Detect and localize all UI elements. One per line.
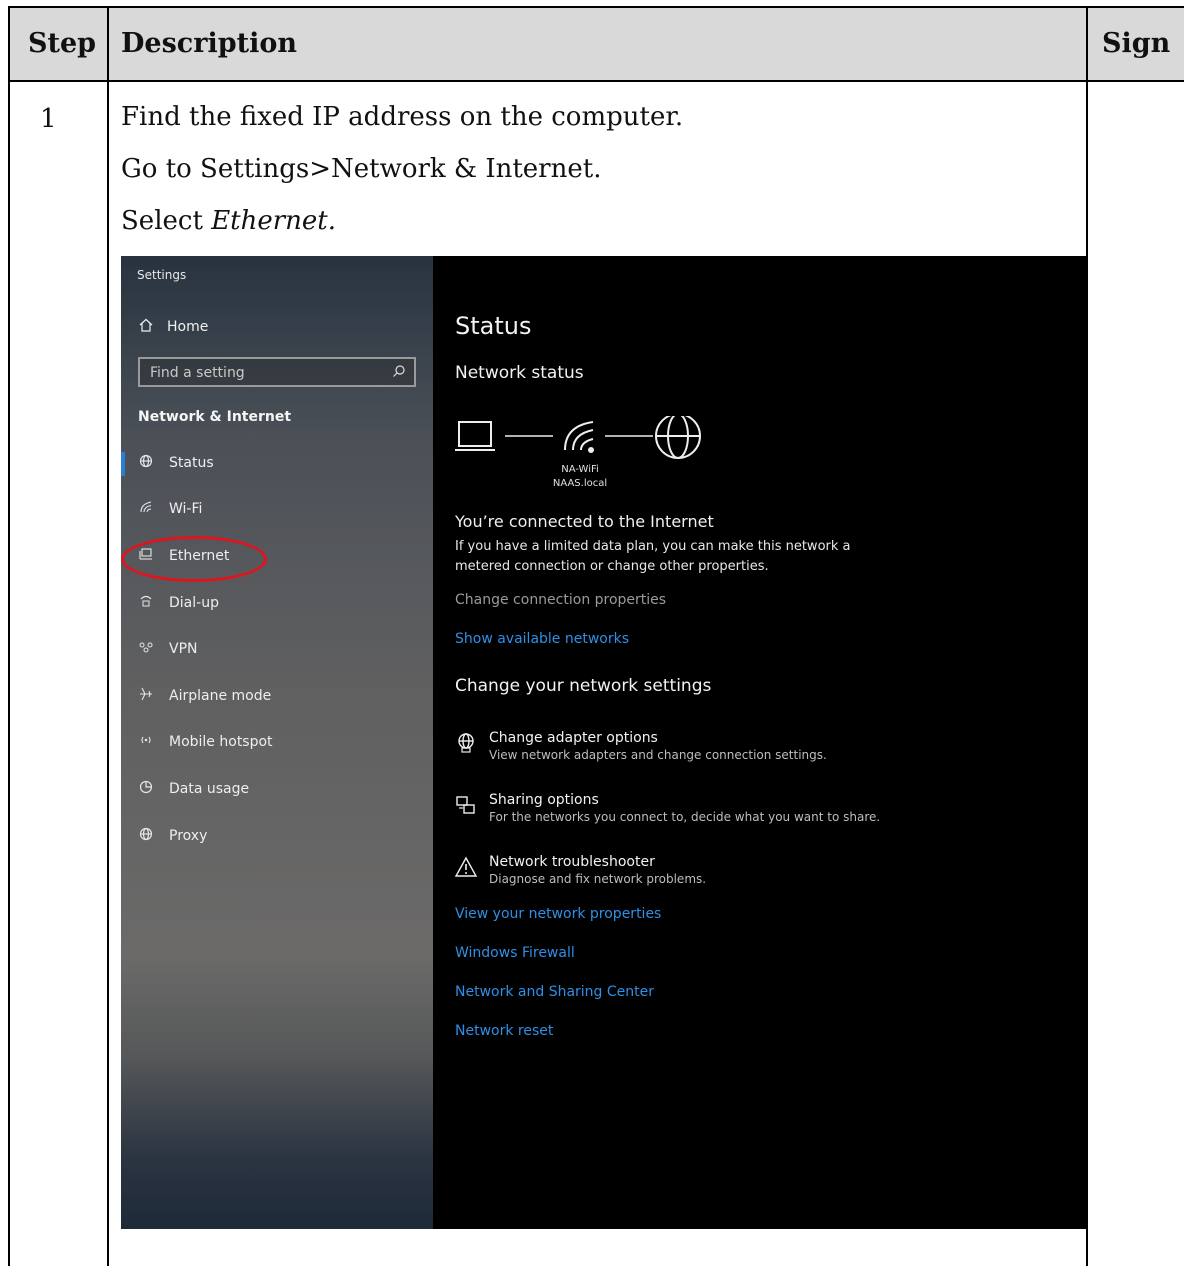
network-reset-link[interactable]: Network reset bbox=[455, 1023, 553, 1039]
option-description: View network adapters and change connect… bbox=[489, 748, 827, 762]
table-border-top bbox=[8, 6, 1184, 8]
network-troubleshooter-button[interactable]: Network troubleshooter Diagnose and fix … bbox=[454, 854, 707, 886]
connection-status-heading: You’re connected to the Internet bbox=[455, 512, 714, 531]
home-icon bbox=[139, 318, 153, 336]
connection-status-description: If you have a limited data plan, you can… bbox=[455, 539, 851, 574]
sidebar-item-label: Status bbox=[169, 455, 214, 471]
header-step: Step bbox=[28, 28, 97, 59]
vpn-icon bbox=[139, 640, 169, 658]
option-description: Diagnose and fix network problems. bbox=[489, 872, 707, 886]
settings-sidebar: Settings Home Find a setting Network & I… bbox=[121, 256, 433, 1229]
show-available-networks-link[interactable]: Show available networks bbox=[455, 631, 629, 647]
step-number: 1 bbox=[40, 104, 57, 134]
instruction-line: Find the fixed IP address on the compute… bbox=[121, 102, 684, 132]
network-domain: NAAS.local bbox=[552, 478, 608, 489]
sidebar-item-label: Proxy bbox=[169, 828, 208, 844]
network-name: NA-WiFi bbox=[561, 464, 599, 475]
sidebar-item-label: Dial-up bbox=[169, 595, 219, 611]
settings-main-panel: Status Network status NA-WiFi NAAS.local… bbox=[433, 256, 1087, 1229]
option-title: Sharing options bbox=[489, 792, 599, 808]
sidebar-item-label: Airplane mode bbox=[169, 688, 272, 704]
window-title: Settings bbox=[137, 268, 187, 282]
instruction-line: Go to Settings>Network & Internet. bbox=[121, 154, 602, 184]
hotspot-icon bbox=[139, 733, 169, 751]
table-column-divider-1 bbox=[107, 6, 109, 1266]
change-adapter-options-button[interactable]: Change adapter options View network adap… bbox=[455, 730, 827, 762]
search-placeholder: Find a setting bbox=[150, 365, 245, 381]
search-input[interactable]: Find a setting bbox=[138, 357, 416, 387]
sidebar-item-dialup[interactable]: Dial-up bbox=[139, 594, 219, 612]
view-network-properties-link[interactable]: View your network properties bbox=[455, 906, 661, 922]
warning-icon bbox=[454, 854, 489, 886]
sidebar-item-vpn[interactable]: VPN bbox=[139, 640, 198, 658]
instruction-select-line: Select Ethernet. bbox=[121, 206, 336, 236]
data-usage-icon bbox=[139, 780, 169, 798]
page-title: Status bbox=[455, 312, 532, 340]
sidebar-item-wifi[interactable]: Wi-Fi bbox=[139, 500, 202, 518]
header-description: Description bbox=[121, 28, 297, 59]
network-status-heading: Network status bbox=[455, 363, 584, 383]
globe-grid-icon bbox=[139, 454, 169, 472]
select-target: Ethernet. bbox=[211, 206, 337, 236]
sharing-options-button[interactable]: Sharing options For the networks you con… bbox=[455, 792, 880, 824]
wifi-icon bbox=[139, 500, 169, 518]
sidebar-item-label: Data usage bbox=[169, 781, 250, 797]
sidebar-item-label: VPN bbox=[169, 641, 198, 657]
search-icon bbox=[392, 364, 406, 382]
home-link[interactable]: Home bbox=[139, 318, 208, 336]
sidebar-item-data-usage[interactable]: Data usage bbox=[139, 780, 249, 798]
dialup-icon bbox=[139, 594, 169, 612]
sidebar-item-proxy[interactable]: Proxy bbox=[139, 827, 207, 845]
sidebar-item-label: Mobile hotspot bbox=[169, 734, 273, 750]
sidebar-item-airplane[interactable]: Airplane mode bbox=[139, 687, 271, 705]
option-title: Network troubleshooter bbox=[489, 854, 655, 870]
active-indicator bbox=[121, 452, 125, 476]
select-prefix: Select bbox=[121, 206, 212, 236]
sidebar-item-status[interactable]: Status bbox=[139, 454, 214, 472]
sharing-icon bbox=[455, 792, 489, 824]
network-sharing-center-link[interactable]: Network and Sharing Center bbox=[455, 984, 654, 1000]
table-border-left bbox=[8, 6, 10, 1266]
windows-firewall-link[interactable]: Windows Firewall bbox=[455, 945, 575, 961]
adapter-icon bbox=[455, 730, 489, 762]
sidebar-item-label: Wi-Fi bbox=[169, 501, 203, 517]
change-connection-properties-link[interactable]: Change connection properties bbox=[455, 592, 666, 608]
home-label: Home bbox=[167, 319, 209, 335]
ethernet-highlight-ellipse bbox=[121, 536, 267, 582]
settings-screenshot: Settings Home Find a setting Network & I… bbox=[121, 256, 1087, 1229]
table-header-divider bbox=[8, 80, 1184, 82]
option-title: Change adapter options bbox=[489, 730, 658, 746]
airplane-icon bbox=[139, 687, 169, 705]
header-sign: Sign bbox=[1102, 28, 1171, 59]
globe-icon bbox=[139, 827, 169, 845]
network-diagram: NA-WiFi NAAS.local bbox=[453, 413, 753, 496]
change-network-settings-heading: Change your network settings bbox=[455, 676, 712, 696]
option-description: For the networks you connect to, decide … bbox=[489, 810, 881, 824]
section-heading: Network & Internet bbox=[138, 409, 292, 425]
sidebar-item-mobile-hotspot[interactable]: Mobile hotspot bbox=[139, 733, 273, 751]
